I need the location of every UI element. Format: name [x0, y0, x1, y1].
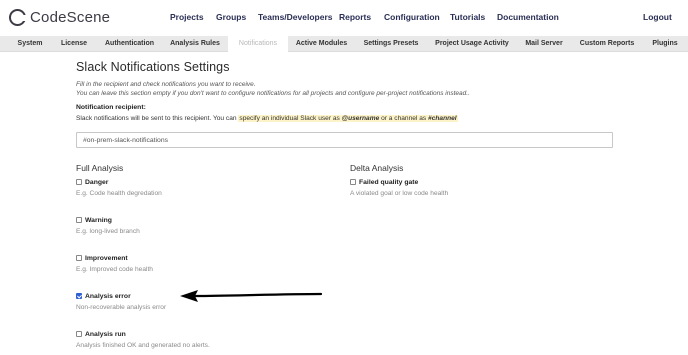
recipient-help: Slack notifications will be sent to this… [76, 114, 616, 123]
tab-project-usage-activity[interactable]: Project Usage Activity [428, 36, 516, 52]
page-title: Slack Notifications Settings [76, 60, 230, 74]
improvement-checkbox[interactable] [76, 255, 82, 261]
tab-analysis-rules[interactable]: Analysis Rules [163, 36, 227, 52]
option-danger: Danger E.g. Code health degredation [76, 177, 162, 197]
nav-teams-developers[interactable]: Teams/Developers [258, 12, 333, 22]
warning-label: Warning [85, 216, 112, 224]
failed-quality-gate-label: Failed quality gate [359, 178, 419, 186]
tab-active-modules[interactable]: Active Modules [289, 36, 354, 52]
danger-description: E.g. Code health degredation [76, 190, 162, 197]
slack-settings-panel: Slack Notifications Settings Fill in the… [76, 60, 616, 349]
tab-plugins[interactable]: Plugins [645, 36, 685, 52]
nav-projects[interactable]: Projects [170, 12, 204, 22]
analysis-error-checkbox[interactable] [76, 293, 82, 299]
codescene-logo[interactable]: CodeScene [9, 9, 110, 26]
analysis-run-checkbox[interactable] [76, 331, 82, 337]
analysis-error-label: Analysis error [85, 292, 131, 300]
nav-documentation[interactable]: Documentation [497, 12, 559, 22]
tab-settings-presets[interactable]: Settings Presets [357, 36, 425, 52]
warning-toggle[interactable]: Warning [76, 215, 140, 225]
tab-license[interactable]: License [52, 36, 96, 52]
recipient-help-channel: #channel [428, 115, 457, 122]
nav-tutorials[interactable]: Tutorials [450, 12, 485, 22]
improvement-description: E.g. Improved code health [76, 266, 153, 273]
full-analysis-title: Full Analysis [76, 163, 124, 173]
danger-toggle[interactable]: Danger [76, 177, 162, 187]
intro-line-1: Fill in the recipient and check notifica… [76, 81, 256, 88]
nav-groups[interactable]: Groups [216, 12, 246, 22]
failed-quality-gate-checkbox[interactable] [350, 179, 356, 185]
danger-label: Danger [85, 178, 109, 186]
analysis-error-description: Non-recoverable analysis error [76, 304, 167, 311]
settings-tabs: System License Authentication Analysis R… [0, 36, 688, 52]
recipient-help-username: @username [341, 115, 380, 122]
option-failed-quality-gate: Failed quality gate A violated goal or l… [350, 177, 448, 197]
codescene-logo-icon [9, 9, 27, 26]
danger-checkbox[interactable] [76, 179, 82, 185]
brand-name: CodeScene [30, 9, 111, 26]
top-navigation: CodeScene Projects Groups Teams/Develope… [0, 0, 688, 35]
improvement-toggle[interactable]: Improvement [76, 253, 153, 263]
option-warning: Warning E.g. long-lived branch [76, 215, 140, 235]
recipient-help-mid: or a channel as [381, 115, 427, 122]
tab-notifications[interactable]: Notifications [228, 36, 288, 52]
intro-line-2: You can leave this section empty if you … [76, 90, 470, 97]
failed-quality-gate-description: A violated goal or low code health [350, 190, 449, 197]
option-analysis-error: Analysis error Non-recoverable analysis … [76, 291, 166, 311]
warning-checkbox[interactable] [76, 217, 82, 223]
analysis-run-description: Analysis finished OK and generated no al… [76, 342, 210, 349]
recipient-input[interactable] [76, 132, 613, 148]
option-analysis-run: Analysis run Analysis finished OK and ge… [76, 329, 210, 349]
tab-system[interactable]: System [8, 36, 52, 52]
analysis-run-toggle[interactable]: Analysis run [76, 329, 210, 339]
tab-authentication[interactable]: Authentication [96, 36, 163, 52]
failed-quality-gate-toggle[interactable]: Failed quality gate [350, 177, 448, 187]
recipient-help-hl-text: specify an individual Slack user as [239, 115, 340, 122]
option-improvement: Improvement E.g. Improved code health [76, 253, 153, 273]
delta-analysis-title: Delta Analysis [350, 163, 404, 173]
improvement-label: Improvement [85, 254, 128, 262]
intro-text: Fill in the recipient and check notifica… [76, 80, 616, 98]
recipient-label: Notification recipient: [76, 104, 146, 111]
tab-custom-reports[interactable]: Custom Reports [573, 36, 641, 52]
annotation-arrow-icon [180, 290, 323, 302]
analysis-error-toggle[interactable]: Analysis error [76, 291, 166, 301]
recipient-help-prefix: Slack notifications will be sent to this… [76, 115, 237, 122]
analysis-run-label: Analysis run [85, 330, 126, 338]
recipient-help-highlight: specify an individual Slack user as @use… [238, 115, 458, 122]
warning-description: E.g. long-lived branch [76, 228, 140, 235]
nav-reports[interactable]: Reports [339, 12, 371, 22]
logout-link[interactable]: Logout [643, 12, 672, 22]
nav-configuration[interactable]: Configuration [384, 12, 440, 22]
tab-mail-server[interactable]: Mail Server [518, 36, 570, 52]
